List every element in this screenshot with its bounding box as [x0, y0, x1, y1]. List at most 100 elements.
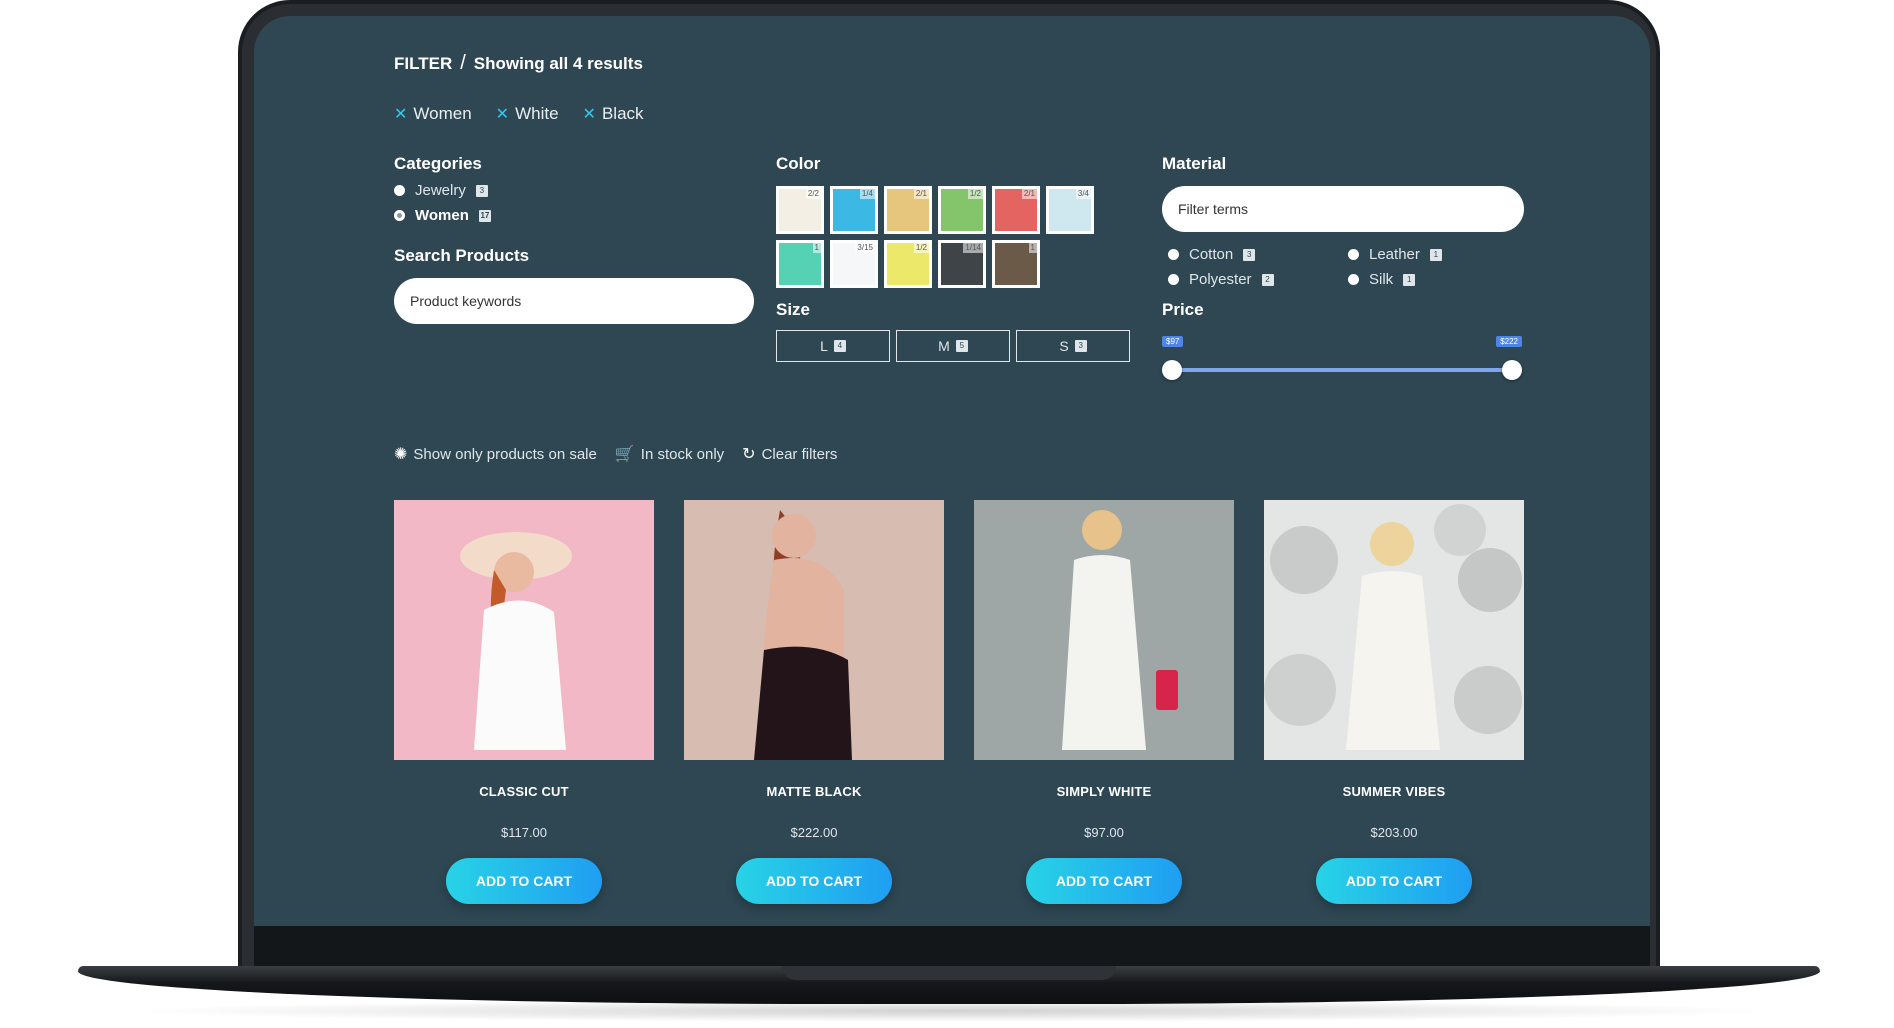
color-swatch-light-blue[interactable]: 3/4: [1046, 186, 1094, 234]
material-polyester[interactable]: Polyester 2: [1162, 271, 1342, 288]
size-button-s[interactable]: S 3: [1016, 330, 1130, 362]
material-count: 1: [1403, 273, 1416, 286]
price-max-handle[interactable]: [1502, 360, 1522, 380]
category-jewelry[interactable]: Jewelry 3: [394, 182, 754, 199]
in-stock-toggle[interactable]: 🛒 In stock only: [615, 444, 724, 464]
color-swatch-sand[interactable]: 2/1: [884, 186, 932, 234]
category-count: 3: [475, 184, 488, 197]
active-filter-white[interactable]: ✕ White: [496, 104, 559, 124]
on-sale-label: Show only products on sale: [413, 445, 597, 463]
color-title: Color: [776, 154, 821, 173]
category-label: Women: [415, 207, 469, 224]
size-title: Size: [776, 300, 811, 319]
product-card: SUMMER VIBES $203.00 ADD TO CART: [1264, 500, 1524, 904]
add-to-cart-button[interactable]: ADD TO CART: [1026, 858, 1182, 904]
clear-filters-button[interactable]: ↻ Clear filters: [742, 444, 837, 464]
swatch-count: 1: [812, 243, 821, 253]
swatch-count: 2/1: [1021, 189, 1037, 199]
color-swatch-cream[interactable]: 2/2: [776, 186, 824, 234]
laptop-notch: [782, 966, 1116, 980]
material-label: Cotton: [1189, 246, 1234, 263]
active-filter-black[interactable]: ✕ Black: [583, 104, 644, 124]
product-card: CLASSIC CUT $117.00 ADD TO CART: [394, 500, 654, 904]
material-cotton[interactable]: Cotton 3: [1162, 246, 1342, 263]
radio-button[interactable]: [1348, 274, 1359, 285]
price-max-label: $222: [1496, 336, 1522, 347]
product-grid: CLASSIC CUT $117.00 ADD TO CART MATTE BL…: [394, 500, 1524, 904]
color-swatch-teal[interactable]: 1: [776, 240, 824, 288]
product-image[interactable]: [684, 500, 944, 760]
price-range-track[interactable]: [1172, 368, 1512, 372]
remove-icon[interactable]: ✕: [496, 104, 509, 124]
product-price: $117.00: [500, 825, 548, 840]
radio-button-checked[interactable]: [394, 210, 405, 221]
material-count: 3: [1243, 248, 1256, 261]
product-name[interactable]: CLASSIC CUT: [394, 784, 654, 799]
product-keywords-input[interactable]: [394, 278, 754, 324]
size-label: L: [820, 338, 828, 354]
breadcrumb-filter: FILTER: [394, 53, 453, 73]
sale-badge-icon: ✺: [394, 446, 408, 463]
remove-icon[interactable]: ✕: [394, 104, 407, 124]
color-swatch-green[interactable]: 1/2: [938, 186, 986, 234]
product-image[interactable]: [1264, 500, 1524, 760]
remove-icon[interactable]: ✕: [583, 104, 596, 124]
price-min-handle[interactable]: [1162, 360, 1182, 380]
color-swatch-red[interactable]: 2/1: [992, 186, 1040, 234]
on-sale-toggle[interactable]: ✺ Show only products on sale: [394, 444, 597, 464]
clear-filters-label: Clear filters: [761, 445, 838, 463]
product-name[interactable]: MATTE BLACK: [684, 784, 944, 799]
material-label: Leather: [1369, 246, 1420, 263]
refresh-icon: ↻: [742, 446, 756, 463]
color-swatch-white[interactable]: 3/15: [830, 240, 878, 288]
material-filter: Material Cotton 3 Leather 1 Polyester 2: [1162, 154, 1524, 288]
product-image[interactable]: [974, 500, 1234, 760]
categories-title: Categories: [394, 154, 482, 173]
size-options: L 4 M 5 S 3: [776, 330, 1136, 362]
category-women[interactable]: Women 17: [394, 207, 754, 224]
swatch-count: 1: [1028, 243, 1037, 253]
material-silk[interactable]: Silk 1: [1342, 271, 1522, 288]
swatch-count: 3/4: [1075, 189, 1091, 199]
category-count: 17: [478, 209, 491, 222]
color-swatch-black[interactable]: 1/14: [938, 240, 986, 288]
add-to-cart-button[interactable]: ADD TO CART: [1316, 858, 1472, 904]
color-swatches: 2/2 1/4 2/1 1/2 2/1 3/4 1 3/15 1/2 1/14 …: [776, 186, 1136, 288]
product-price: $222.00: [790, 825, 838, 840]
price-min-label: $97: [1162, 336, 1184, 347]
material-count: 1: [1429, 248, 1442, 261]
search-products-title: Search Products: [394, 246, 530, 265]
swatch-count: 1/14: [963, 243, 983, 253]
product-name[interactable]: SIMPLY WHITE: [974, 784, 1234, 799]
active-filter-women[interactable]: ✕ Women: [394, 104, 472, 124]
radio-button[interactable]: [394, 185, 405, 196]
radio-button[interactable]: [1348, 249, 1359, 260]
swatch-count: 1/2: [913, 243, 929, 253]
filter-terms-input[interactable]: [1162, 186, 1524, 232]
screen-bezel-bottom: [254, 926, 1650, 966]
size-button-l[interactable]: L 4: [776, 330, 890, 362]
add-to-cart-button[interactable]: ADD TO CART: [736, 858, 892, 904]
size-count: 5: [955, 340, 968, 352]
size-button-m[interactable]: M 5: [896, 330, 1010, 362]
in-stock-label: In stock only: [640, 445, 725, 463]
product-name[interactable]: SUMMER VIBES: [1264, 784, 1524, 799]
material-leather[interactable]: Leather 1: [1342, 246, 1522, 263]
active-filter-label: Black: [601, 104, 644, 123]
color-swatch-brown[interactable]: 1: [992, 240, 1040, 288]
color-swatch-yellow[interactable]: 1/2: [884, 240, 932, 288]
screen: FILTER / Showing all 4 results ✕ Women ✕…: [254, 16, 1650, 926]
material-title: Material: [1162, 154, 1227, 173]
color-swatch-blue[interactable]: 1/4: [830, 186, 878, 234]
breadcrumb: FILTER / Showing all 4 results: [394, 52, 643, 75]
product-photo-classic-cut: [460, 532, 572, 750]
add-to-cart-button[interactable]: ADD TO CART: [446, 858, 602, 904]
radio-button[interactable]: [1168, 249, 1179, 260]
price-slider[interactable]: $97 $222: [1162, 332, 1522, 382]
filter-options: ✺ Show only products on sale 🛒 In stock …: [394, 444, 837, 464]
product-image[interactable]: [394, 500, 654, 760]
search-products: Search Products: [394, 246, 754, 324]
radio-button[interactable]: [1168, 274, 1179, 285]
size-label: M: [938, 338, 950, 354]
size-filter: Size L 4 M 5 S 3: [776, 300, 1136, 362]
